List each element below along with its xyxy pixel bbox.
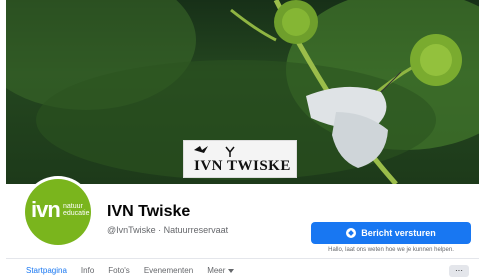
avatar-logo-text: ivn — [31, 197, 61, 222]
avatar-logo: ivn natuur educatie — [25, 179, 91, 245]
birds-logo-icon — [194, 146, 235, 157]
avatar-tagline-line2: educatie — [63, 210, 90, 217]
cover-photo[interactable]: IVN TWISKE — [6, 0, 479, 184]
page-title: IVN Twiske — [107, 203, 191, 220]
messenger-icon — [346, 228, 357, 238]
page-handle-category: @IvnTwiske · Natuurreservaat — [107, 225, 229, 235]
avatar-tagline-line1: natuur — [63, 203, 83, 210]
send-message-label: Bericht versturen — [361, 228, 436, 238]
send-message-button[interactable]: Bericht versturen — [311, 222, 471, 244]
tab-startpagina[interactable]: Startpagina — [26, 266, 67, 275]
more-dots-icon: ··· — [455, 266, 463, 275]
avatar[interactable]: ivn natuur educatie — [22, 176, 94, 248]
tab-fotos[interactable]: Foto's — [108, 266, 130, 275]
more-options-button[interactable]: ··· — [449, 265, 469, 277]
page-tabs: Startpagina Info Foto's Evenementen Meer — [26, 266, 235, 275]
logo-wordmark: IVN TWISKE — [194, 158, 291, 174]
message-hint: Hallo, laat ons weten hoe we je kunnen h… — [328, 247, 454, 253]
tab-info[interactable]: Info — [81, 266, 94, 275]
tab-evenementen[interactable]: Evenementen — [144, 266, 193, 275]
divider — [6, 258, 479, 259]
tab-meer[interactable]: Meer — [207, 266, 235, 275]
tab-meer-label: Meer — [207, 266, 226, 275]
ivn-twiske-logo: IVN TWISKE — [183, 140, 297, 178]
caret-down-icon — [228, 268, 235, 273]
avatar-logo-tagline: natuur educatie — [63, 203, 89, 217]
